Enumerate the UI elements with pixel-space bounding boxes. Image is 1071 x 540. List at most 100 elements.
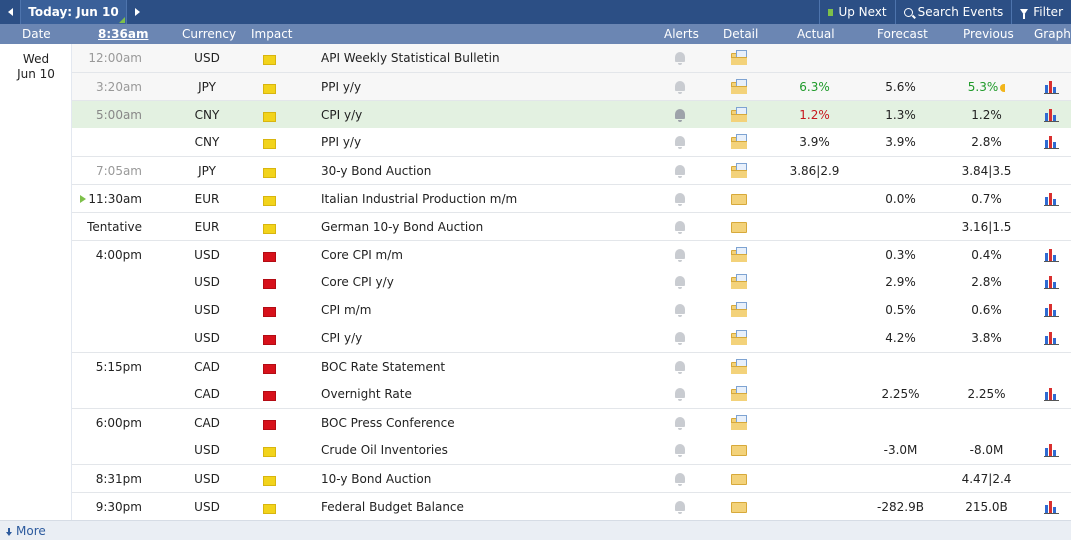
impact-low-icon <box>263 55 276 65</box>
table-row[interactable]: 4:00pm USD Core CPI m/m 0.3% 0.4% <box>72 240 1071 268</box>
table-row[interactable]: USD Core CPI y/y 2.9% 2.8% <box>72 268 1071 296</box>
event-time: Tentative <box>87 220 142 234</box>
search-events-label: Search Events <box>917 5 1004 19</box>
alert-button[interactable] <box>675 417 685 430</box>
event-title[interactable]: 10-y Bond Auction <box>321 472 431 486</box>
graph-button[interactable] <box>1044 501 1059 514</box>
event-title[interactable]: BOC Rate Statement <box>321 360 445 374</box>
table-row[interactable]: 9:30pm USD Federal Budget Balance -282.9… <box>72 492 1071 520</box>
table-row[interactable]: CNY PPI y/y 3.9% 3.9% 2.8% <box>72 128 1071 156</box>
alert-button[interactable] <box>675 388 685 401</box>
event-title[interactable]: BOC Press Conference <box>321 416 455 430</box>
up-next-icon <box>828 8 834 16</box>
event-title[interactable]: Italian Industrial Production m/m <box>321 192 517 206</box>
alert-button[interactable] <box>675 165 685 178</box>
upcoming-marker-icon <box>80 195 87 203</box>
revision-icon[interactable] <box>1000 84 1006 92</box>
table-row[interactable]: Tentative EUR German 10-y Bond Auction 3… <box>72 212 1071 240</box>
event-title[interactable]: Federal Budget Balance <box>321 500 464 514</box>
col-alerts: Alerts <box>664 27 699 41</box>
detail-button[interactable] <box>731 79 747 94</box>
alert-button[interactable] <box>675 193 685 206</box>
table-row[interactable]: USD CPI y/y 4.2% 3.8% <box>72 324 1071 352</box>
search-events-button[interactable]: Search Events <box>894 0 1012 24</box>
graph-button[interactable] <box>1044 388 1059 401</box>
impact-high-icon <box>263 279 276 289</box>
event-title[interactable]: Core CPI y/y <box>321 275 394 289</box>
alert-button[interactable] <box>675 221 685 234</box>
bar-chart-icon <box>1044 81 1059 94</box>
more-button[interactable]: More <box>6 524 46 538</box>
graph-button[interactable] <box>1044 332 1059 345</box>
table-row[interactable]: 8:31pm USD 10-y Bond Auction 4.47|2.4 <box>72 464 1071 492</box>
table-row[interactable]: 6:00pm CAD BOC Press Conference <box>72 408 1071 436</box>
impact-high-icon <box>263 364 276 374</box>
detail-button[interactable] <box>731 222 747 233</box>
alert-button[interactable] <box>675 304 685 317</box>
col-time-current[interactable]: 8:36am <box>98 27 148 41</box>
table-row[interactable]: CAD Overnight Rate 2.25% 2.25% <box>72 380 1071 408</box>
alert-button[interactable] <box>675 249 685 262</box>
alert-button[interactable] <box>675 473 685 486</box>
detail-button[interactable] <box>731 274 747 289</box>
detail-button[interactable] <box>731 415 747 430</box>
detail-button[interactable] <box>731 247 747 262</box>
detail-button[interactable] <box>731 502 747 513</box>
filter-button[interactable]: Filter <box>1011 0 1071 24</box>
detail-button[interactable] <box>731 474 747 485</box>
graph-button[interactable] <box>1044 193 1059 206</box>
detail-button[interactable] <box>731 163 747 178</box>
up-next-button[interactable]: Up Next <box>819 0 894 24</box>
event-title[interactable]: PPI y/y <box>321 80 361 94</box>
event-title[interactable]: CPI y/y <box>321 331 362 345</box>
detail-button[interactable] <box>731 330 747 345</box>
event-title[interactable]: German 10-y Bond Auction <box>321 220 483 234</box>
alert-button[interactable] <box>675 136 685 149</box>
graph-button[interactable] <box>1044 276 1059 289</box>
bell-icon <box>675 473 685 486</box>
detail-button[interactable] <box>731 107 747 122</box>
detail-button[interactable] <box>731 359 747 374</box>
detail-button[interactable] <box>731 445 747 456</box>
table-row[interactable]: 3:20am JPY PPI y/y 6.3% 5.6% 5.3% <box>72 72 1071 100</box>
arrow-right-icon <box>134 8 140 16</box>
alert-button[interactable] <box>675 361 685 374</box>
table-row[interactable]: 11:30am EUR Italian Industrial Productio… <box>72 184 1071 212</box>
today-button[interactable]: Today: Jun 10 <box>20 0 127 24</box>
table-row[interactable]: 7:05am JPY 30-y Bond Auction 3.86|2.9 3.… <box>72 156 1071 184</box>
alert-button[interactable] <box>675 332 685 345</box>
detail-button[interactable] <box>731 134 747 149</box>
detail-button[interactable] <box>731 386 747 401</box>
event-title[interactable]: CPI y/y <box>321 108 362 122</box>
graph-button[interactable] <box>1044 249 1059 262</box>
graph-button[interactable] <box>1044 304 1059 317</box>
event-title[interactable]: Crude Oil Inventories <box>321 443 448 457</box>
alert-button[interactable] <box>675 276 685 289</box>
prev-day-button[interactable] <box>0 0 20 24</box>
table-row[interactable]: USD CPI m/m 0.5% 0.6% <box>72 296 1071 324</box>
event-title[interactable]: Overnight Rate <box>321 387 412 401</box>
detail-button[interactable] <box>731 302 747 317</box>
up-next-label: Up Next <box>838 5 887 19</box>
event-title[interactable]: CPI m/m <box>321 303 371 317</box>
graph-button[interactable] <box>1044 81 1059 94</box>
event-title[interactable]: PPI y/y <box>321 135 361 149</box>
detail-button[interactable] <box>731 50 747 65</box>
graph-button[interactable] <box>1044 109 1059 122</box>
alert-button[interactable] <box>675 109 685 122</box>
alert-button[interactable] <box>675 501 685 514</box>
graph-button[interactable] <box>1044 136 1059 149</box>
event-title[interactable]: Core CPI m/m <box>321 248 403 262</box>
event-title[interactable]: 30-y Bond Auction <box>321 164 431 178</box>
table-row[interactable]: 5:00am CNY CPI y/y 1.2% 1.3% 1.2% <box>72 100 1071 128</box>
table-row[interactable]: 12:00am USD API Weekly Statistical Bulle… <box>72 44 1071 72</box>
event-title[interactable]: API Weekly Statistical Bulletin <box>321 51 500 65</box>
alert-button[interactable] <box>675 52 685 65</box>
next-day-button[interactable] <box>127 0 147 24</box>
graph-button[interactable] <box>1044 444 1059 457</box>
alert-button[interactable] <box>675 444 685 457</box>
table-row[interactable]: 5:15pm CAD BOC Rate Statement <box>72 352 1071 380</box>
table-row[interactable]: USD Crude Oil Inventories -3.0M -8.0M <box>72 436 1071 464</box>
alert-button[interactable] <box>675 81 685 94</box>
detail-button[interactable] <box>731 194 747 205</box>
